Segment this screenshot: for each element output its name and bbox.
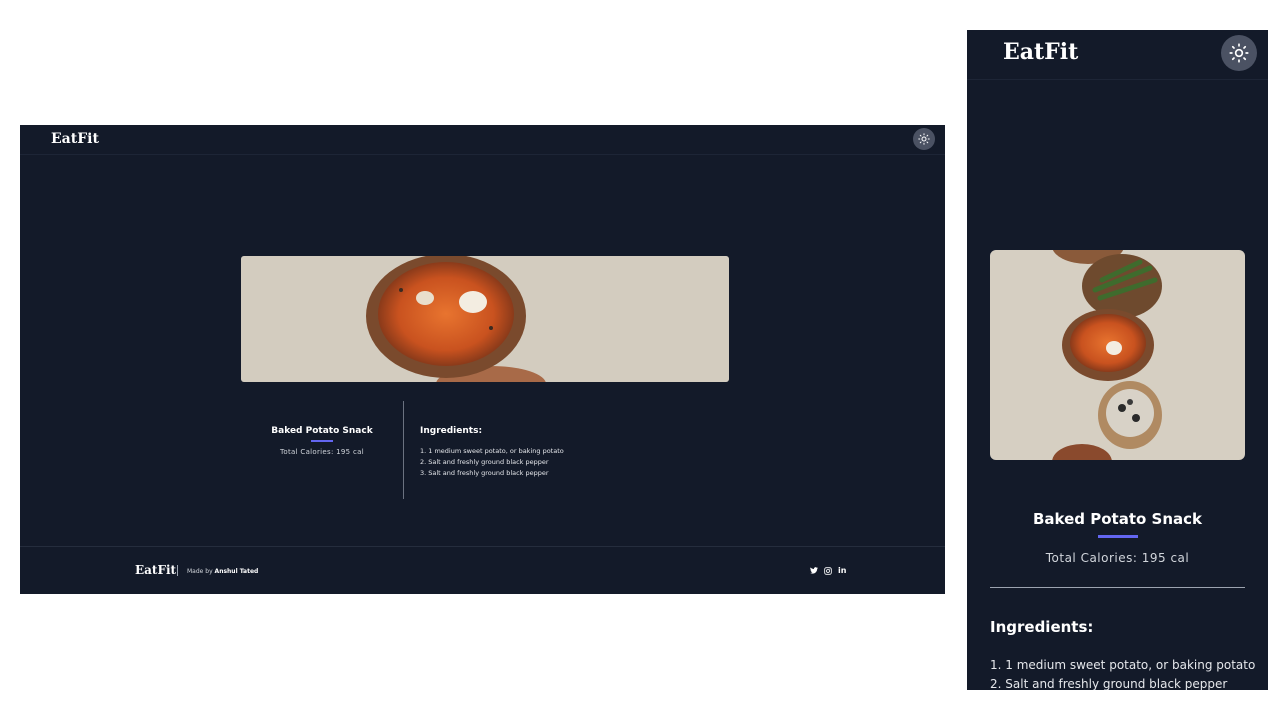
logo[interactable]: EatFit (1003, 39, 1078, 65)
theme-toggle-button[interactable] (1221, 35, 1257, 71)
recipe-image (990, 250, 1245, 460)
linkedin-icon[interactable]: in (838, 566, 846, 575)
navbar: EatFit (20, 125, 945, 155)
recipe-summary: Baked Potato Snack Total Calories: 195 c… (241, 401, 404, 499)
sun-icon (918, 133, 930, 145)
twitter-icon[interactable] (810, 567, 818, 574)
ingredient-item: 1. 1 medium sweet potato, or baking pota… (990, 658, 1256, 672)
footer: EatFit Made by Anshul Tated in (20, 546, 945, 594)
ingredient-item: 3. Salt and freshly ground black pepper (420, 469, 549, 477)
made-by-label: Made by (187, 568, 213, 575)
author-name[interactable]: Anshul Tated (215, 568, 259, 575)
ingredients-list: 1. 1 medium sweet potato, or baking pota… (990, 656, 1255, 690)
ingredients-heading: Ingredients: (420, 426, 483, 436)
footer-credit: Made by Anshul Tated (187, 568, 258, 575)
social-links: in (810, 566, 846, 575)
ingredient-item: 2. Salt and freshly ground black pepper (990, 677, 1228, 690)
desktop-view: EatFit Baked Potato Snack Total Calories… (20, 125, 945, 594)
footer-logo[interactable]: EatFit (135, 563, 176, 577)
logo[interactable]: EatFit (51, 131, 99, 147)
ingredient-item: 1. 1 medium sweet potato, or baking pota… (420, 447, 564, 455)
theme-toggle-button[interactable] (913, 128, 935, 150)
ingredients-section: Ingredients: 1. 1 medium sweet potato, o… (420, 426, 564, 479)
recipe-title: Baked Potato Snack (1032, 510, 1203, 528)
title-underline (1098, 535, 1138, 538)
recipe-calories: Total Calories: 195 cal (280, 448, 364, 456)
recipe-calories: Total Calories: 195 cal (1045, 551, 1190, 565)
footer-divider (177, 565, 178, 576)
recipe-title: Baked Potato Snack (271, 426, 373, 436)
title-underline (311, 440, 333, 442)
ingredient-item: 2. Salt and freshly ground black pepper (420, 458, 549, 466)
recipe-image (241, 256, 729, 382)
sun-icon (1229, 43, 1249, 63)
navbar: EatFit (967, 30, 1268, 80)
mobile-view: EatFit Baked Potato Snack Total Calories… (967, 30, 1268, 690)
instagram-icon[interactable] (824, 566, 832, 575)
recipe-info: Baked Potato Snack Total Calories: 195 c… (241, 401, 729, 499)
ingredients-heading: Ingredients: (990, 618, 1094, 636)
divider (990, 587, 1245, 588)
